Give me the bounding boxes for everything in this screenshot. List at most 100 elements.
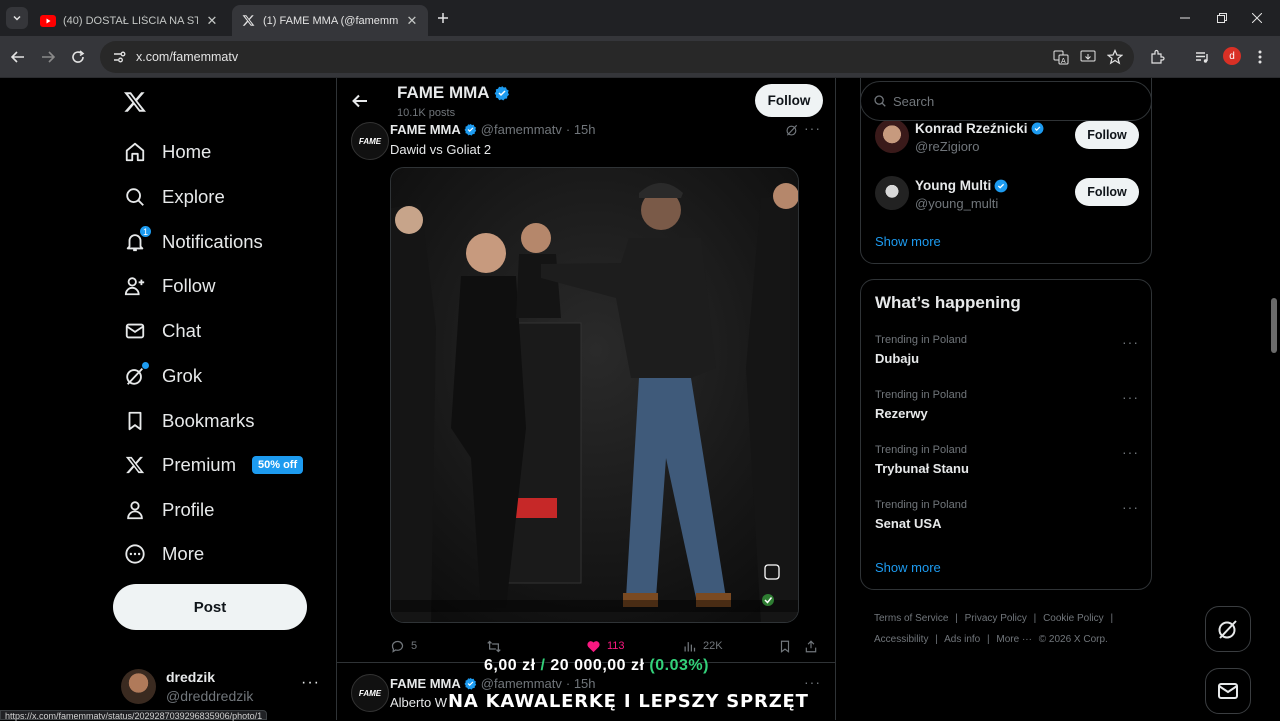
show-more-link[interactable]: Show more <box>875 234 941 249</box>
scrollbar[interactable] <box>1268 78 1280 720</box>
browser-menu-icon[interactable] <box>1248 45 1272 69</box>
footer-link[interactable]: Terms of Service <box>874 613 948 624</box>
youtube-icon <box>40 13 56 29</box>
footer-link[interactable]: Privacy Policy <box>965 613 1027 624</box>
avatar[interactable] <box>875 119 909 153</box>
tweet-avatar[interactable]: FAME <box>351 674 389 712</box>
sidebar-item-bookmarks[interactable]: Bookmarks <box>123 401 255 441</box>
back-icon[interactable] <box>6 45 30 69</box>
sidebar-item-home[interactable]: Home <box>123 132 211 172</box>
install-app-icon[interactable] <box>1076 45 1100 69</box>
footer-link[interactable]: Ads info <box>944 634 980 645</box>
tweet-more-icon[interactable]: ··· <box>804 120 821 136</box>
trend-item[interactable]: Trending in Poland Trybunał Stanu ··· <box>861 444 1151 499</box>
footer-link[interactable]: Accessibility <box>874 634 928 645</box>
trend-more-icon[interactable]: ··· <box>1122 444 1139 460</box>
media-control-icon[interactable] <box>1190 45 1214 69</box>
sidebar-item-more[interactable]: More <box>123 534 204 574</box>
footer-link[interactable]: More ··· <box>996 634 1032 645</box>
trend-item[interactable]: Trending in Poland Rezerwy ··· <box>861 389 1151 444</box>
follow-button[interactable]: Follow <box>1075 178 1139 206</box>
post-button[interactable]: Post <box>113 584 307 630</box>
tweet-avatar[interactable]: FAME <box>351 122 389 160</box>
account-switcher[interactable]: dredzik @dreddredzik ··· <box>121 666 328 706</box>
more-dots-icon[interactable]: ··· <box>301 674 320 692</box>
sidebar-item-profile[interactable]: Profile <box>123 490 214 530</box>
tab-search-button[interactable] <box>6 7 28 29</box>
suggestion-handle: @young_multi <box>915 196 999 211</box>
trend-more-icon[interactable]: ··· <box>1122 499 1139 515</box>
sidebar-item-chat[interactable]: Chat <box>123 311 201 351</box>
browser-profile-avatar[interactable]: d <box>1223 47 1241 65</box>
scrollbar-thumb[interactable] <box>1271 298 1277 353</box>
new-tab-icon[interactable] <box>434 9 452 27</box>
photo-illustration <box>391 168 798 622</box>
footer-link[interactable]: Cookie Policy <box>1043 613 1104 624</box>
donation-separator: / <box>535 657 551 674</box>
tweet-time[interactable]: · 15h <box>566 676 596 691</box>
sidebar-item-explore[interactable]: Explore <box>123 177 225 217</box>
follow-suggestion[interactable]: Young Multi @young_multi Follow <box>861 170 1151 220</box>
bookmark-star-icon[interactable] <box>1103 45 1127 69</box>
reply-button[interactable]: 5 <box>390 639 417 654</box>
close-tab-icon[interactable]: ✕ <box>404 13 420 29</box>
footer-separator: | <box>935 634 938 645</box>
forward-icon[interactable] <box>36 45 60 69</box>
grok-icon[interactable] <box>785 123 799 137</box>
suggestion-name-text: Konrad Rzeźnicki <box>915 121 1028 136</box>
sidebar-item-follow[interactable]: Follow <box>123 266 215 306</box>
follow-button[interactable]: Follow <box>1075 121 1139 149</box>
address-bar[interactable]: x.com/famemmatv <box>100 41 1134 73</box>
bookmark-button[interactable] <box>778 639 798 654</box>
trend-item[interactable]: Trending in Poland Dubaju ··· <box>861 334 1151 389</box>
trend-more-icon[interactable]: ··· <box>1122 334 1139 350</box>
verified-badge-icon <box>994 179 1008 192</box>
suggestion-handle: @reZigioro <box>915 139 980 154</box>
like-button[interactable]: 113 <box>586 639 625 654</box>
messages-fab[interactable] <box>1205 668 1251 714</box>
sidebar-item-notifications[interactable]: 1 Notifications <box>123 222 263 262</box>
search-icon <box>874 95 886 107</box>
verified-badge-icon <box>1031 122 1043 135</box>
tweet-time[interactable]: · 15h <box>566 122 596 137</box>
tweet-author-name[interactable]: FAME MMA <box>390 676 461 691</box>
sidebar-item-premium[interactable]: Premium 50% off <box>123 445 304 485</box>
views-button[interactable]: 22K <box>682 639 723 654</box>
tab-title: (1) FAME MMA (@famemmatv) <box>263 14 398 27</box>
tab-youtube[interactable]: (40) DOSTAŁ LIŚCIA NA STARTI ✕ <box>32 5 228 36</box>
search-input[interactable]: Search <box>860 81 1152 121</box>
translate-icon[interactable]: A <box>1049 45 1073 69</box>
mail-icon <box>123 319 147 343</box>
site-info-icon[interactable] <box>108 46 130 68</box>
trend-item[interactable]: Trending in Poland Senat USA ··· <box>861 499 1151 554</box>
extensions-icon[interactable] <box>1145 45 1169 69</box>
tweet-handle[interactable]: @famemmatv <box>481 676 562 691</box>
donation-goal-caption: NA KAWALERKĘ I LEPSZY SPRZĘT <box>448 691 809 712</box>
tweet-more-icon[interactable]: ··· <box>804 674 821 690</box>
verified-badge-icon <box>494 86 509 101</box>
show-more-link[interactable]: Show more <box>875 560 941 575</box>
sidebar-item-label: Chat <box>162 320 202 341</box>
trend-more-icon[interactable]: ··· <box>1122 389 1139 405</box>
follow-button[interactable]: Follow <box>755 84 823 117</box>
tweet-author-name[interactable]: FAME MMA <box>390 122 461 137</box>
reload-icon[interactable] <box>66 45 90 69</box>
x-logo-icon[interactable] <box>123 90 147 114</box>
suggestion-name-text: Young Multi <box>915 178 992 193</box>
account-handle: @dreddredzik <box>166 687 254 704</box>
close-window-icon[interactable] <box>1234 0 1280 36</box>
sidebar-item-grok[interactable]: Grok <box>123 356 202 396</box>
grok-fab[interactable] <box>1205 606 1251 652</box>
tweet-photo[interactable] <box>390 167 799 623</box>
share-button[interactable] <box>804 639 824 654</box>
bell-icon: 1 <box>123 225 152 254</box>
tweet-header: FAME MMA @famemmatv · 15h <box>390 122 596 137</box>
tab-x-famemma[interactable]: (1) FAME MMA (@famemmatv) ✕ <box>232 5 428 36</box>
avatar[interactable] <box>875 176 909 210</box>
repost-button[interactable] <box>486 639 508 654</box>
close-tab-icon[interactable]: ✕ <box>204 13 220 29</box>
profile-name: FAME MMA <box>397 83 490 102</box>
tweet[interactable]: FAME FAME MMA @famemmatv · 15h ··· Dawid… <box>337 120 835 662</box>
tweet-handle[interactable]: @famemmatv <box>481 122 562 137</box>
back-arrow-icon[interactable] <box>351 92 369 110</box>
